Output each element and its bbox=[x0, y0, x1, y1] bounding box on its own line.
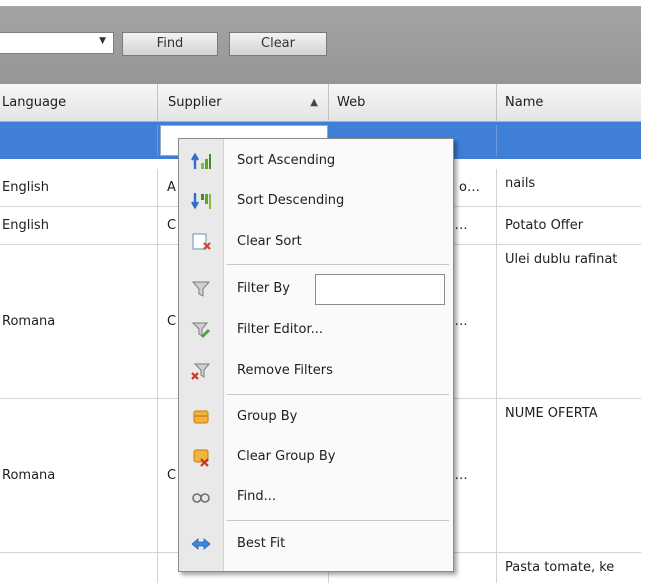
grid-window: ▼ Find Clear Language Supplier ▲ Web Nam… bbox=[0, 0, 641, 583]
menu-item-best-fit[interactable]: Best Fit bbox=[179, 525, 453, 563]
menu-item-filter-editor[interactable]: Filter Editor... bbox=[179, 311, 453, 349]
menu-item-label: Find... bbox=[237, 489, 277, 504]
menu-item-remove-filters[interactable]: Remove Filters bbox=[179, 352, 453, 390]
sort-ascending-indicator-icon: ▲ bbox=[310, 97, 318, 108]
menu-item-label: Clear Group By bbox=[237, 449, 336, 464]
menu-item-find[interactable]: Find... bbox=[179, 478, 453, 516]
search-toolbar: ▼ Find Clear bbox=[0, 6, 641, 84]
cell-language: Romana bbox=[0, 245, 158, 398]
cell-language: Romana bbox=[0, 399, 158, 552]
cell-name: Ulei dublu rafinat bbox=[505, 252, 618, 267]
sort-descending-icon bbox=[191, 193, 211, 210]
chevron-down-icon[interactable]: ▼ bbox=[99, 36, 106, 46]
window-edge bbox=[641, 0, 655, 583]
menu-item-label: Clear Sort bbox=[237, 234, 302, 249]
menu-item-label: Sort Descending bbox=[237, 193, 345, 208]
cell-language bbox=[0, 553, 158, 583]
cell-name: Pasta tomate, ke bbox=[505, 560, 615, 575]
filter-cell-language[interactable] bbox=[0, 125, 158, 156]
menu-item-group-by[interactable]: Group By bbox=[179, 398, 453, 436]
clear-sort-icon bbox=[192, 233, 211, 250]
best-fit-icon bbox=[191, 538, 211, 550]
find-button[interactable]: Find bbox=[122, 32, 218, 56]
menu-item-label: Filter Editor... bbox=[237, 322, 324, 337]
group-by-icon bbox=[193, 410, 209, 424]
column-header-label: Name bbox=[505, 95, 544, 110]
menu-item-label: Best Fit bbox=[237, 536, 286, 551]
sort-ascending-icon bbox=[191, 152, 211, 169]
clear-button[interactable]: Clear bbox=[229, 32, 327, 56]
column-header-supplier[interactable]: Supplier ▲ bbox=[158, 84, 329, 122]
cell-name: NUME OFERTA bbox=[505, 406, 598, 421]
column-header-label: Supplier bbox=[168, 95, 222, 110]
search-column-combo[interactable]: ▼ bbox=[0, 32, 114, 54]
filter-icon bbox=[191, 281, 211, 297]
menu-item-label: Filter By bbox=[237, 281, 290, 296]
column-header-name[interactable]: Name bbox=[497, 84, 641, 122]
menu-item-clear-sort[interactable]: Clear Sort bbox=[179, 223, 453, 261]
filter-editor-icon bbox=[191, 322, 211, 339]
menu-separator bbox=[227, 520, 449, 521]
menu-item-clear-group-by[interactable]: Clear Group By bbox=[179, 438, 453, 476]
menu-separator bbox=[227, 264, 449, 265]
cell-language: English bbox=[0, 207, 158, 244]
column-header-language[interactable]: Language bbox=[0, 84, 158, 122]
column-context-menu: Sort Ascending Sort Descending Clear Sor… bbox=[178, 138, 454, 572]
cell-language: English bbox=[0, 169, 158, 206]
filter-by-input[interactable] bbox=[315, 274, 445, 305]
column-header-label: Web bbox=[337, 95, 366, 110]
menu-item-label: Group By bbox=[237, 409, 298, 424]
menu-item-sort-descending[interactable]: Sort Descending bbox=[179, 182, 453, 220]
menu-item-label: Sort Ascending bbox=[237, 153, 336, 168]
clear-group-icon bbox=[193, 449, 209, 467]
remove-filters-icon bbox=[191, 363, 211, 380]
column-header-web[interactable]: Web bbox=[329, 84, 497, 122]
filter-cell-name[interactable] bbox=[497, 125, 641, 156]
menu-item-label: Remove Filters bbox=[237, 363, 333, 378]
menu-item-sort-ascending[interactable]: Sort Ascending bbox=[179, 142, 453, 180]
find-icon bbox=[192, 493, 210, 503]
menu-separator bbox=[227, 394, 449, 395]
cell-name: Potato Offer bbox=[505, 218, 584, 233]
grid-header: Language Supplier ▲ Web Name bbox=[0, 84, 641, 122]
cell-name: nails bbox=[505, 176, 536, 191]
column-header-label: Language bbox=[2, 95, 67, 110]
